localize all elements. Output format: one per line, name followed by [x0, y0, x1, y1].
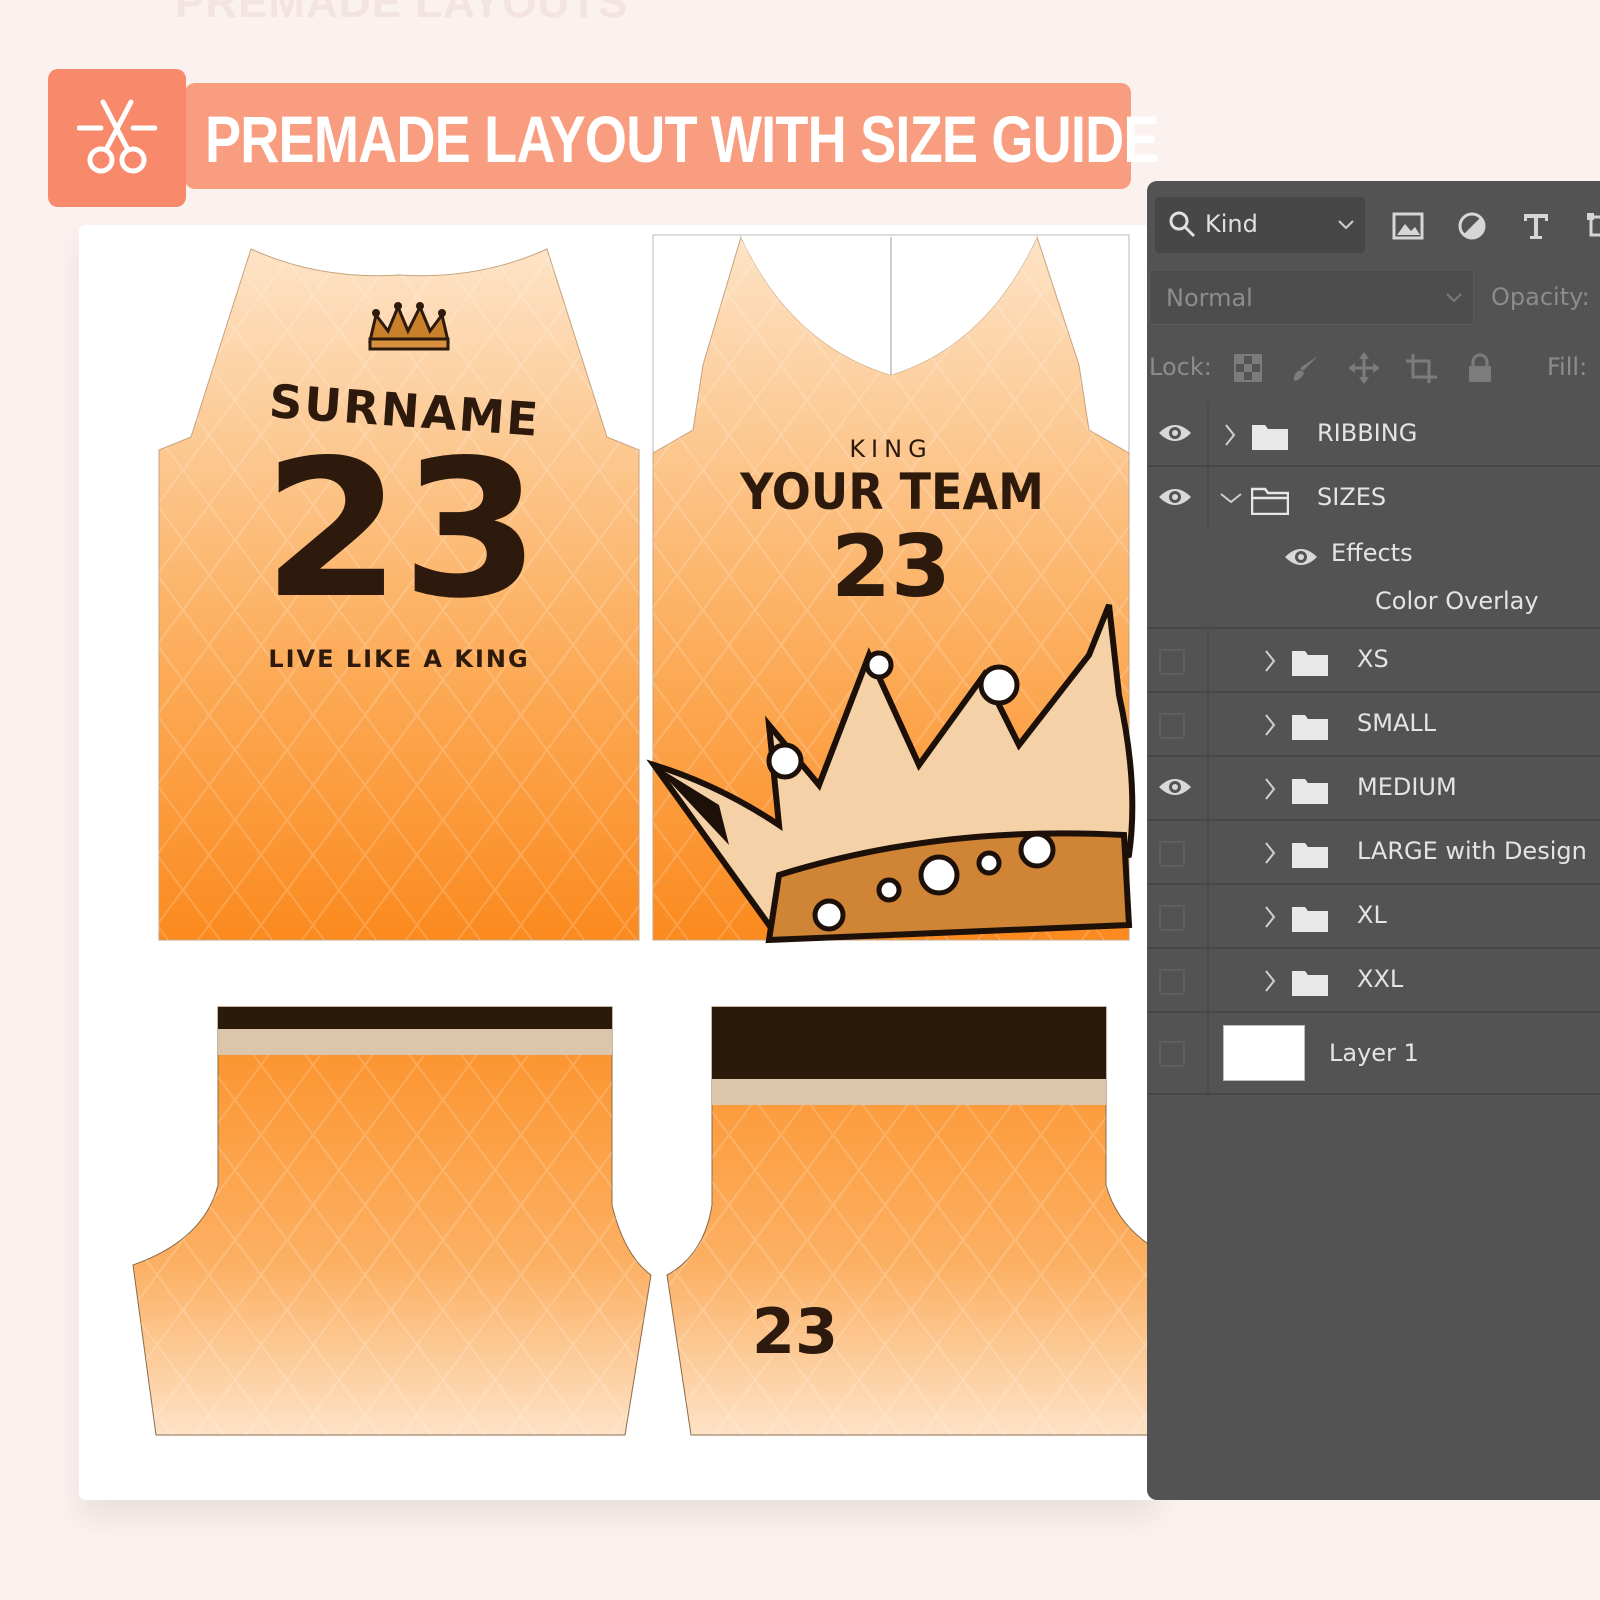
lock-image-icon[interactable] — [1287, 349, 1325, 387]
folder-open-icon — [1251, 487, 1289, 515]
visibility-toggle[interactable] — [1147, 693, 1209, 755]
jersey-front-king: KING — [849, 435, 933, 463]
banner: PREMADE LAYOUT WITH SIZE GUIDE — [185, 83, 1159, 189]
hidden-visibility-box — [1159, 969, 1185, 995]
layer-row-xl[interactable]: XL — [1147, 885, 1600, 949]
layer-row-large[interactable]: LARGE with Design — [1147, 821, 1600, 885]
visibility-toggle[interactable] — [1147, 757, 1209, 819]
layer-row-layer-1[interactable]: Layer 1 — [1147, 1013, 1600, 1095]
chevron-right-icon[interactable] — [1263, 649, 1277, 673]
opacity-label: Opacity: — [1491, 283, 1590, 311]
layer-effects-row[interactable]: Effects — [1147, 531, 1600, 579]
blend-mode-value: Normal — [1166, 284, 1253, 312]
hidden-visibility-box — [1159, 649, 1185, 675]
layer-name: XS — [1357, 645, 1389, 673]
chevron-right-icon[interactable] — [1223, 423, 1237, 447]
layers-list: RIBBING SIZES Effects Color Overlay XS S… — [1147, 403, 1600, 1095]
jersey-slogan: LIVE LIKE A KING — [268, 645, 530, 673]
lock-all-icon[interactable] — [1461, 349, 1499, 387]
layers-panel: Kind Normal Opacity: Lock: Fill: RIBBING… — [1147, 181, 1600, 1500]
visibility-toggle[interactable] — [1147, 1013, 1209, 1093]
folder-icon — [1292, 907, 1328, 932]
visibility-toggle[interactable] — [1147, 885, 1209, 947]
design-canvas: SURNAME 23 LIVE LIKE A KING KING YOUR TE… — [79, 225, 1159, 1500]
layer-thumbnail — [1223, 1025, 1305, 1081]
folder-icon — [1292, 779, 1328, 804]
lock-transparent-icon[interactable] — [1229, 349, 1267, 387]
layer-row-medium[interactable]: MEDIUM — [1147, 757, 1600, 821]
hidden-visibility-box — [1159, 905, 1185, 931]
layer-name: Layer 1 — [1329, 1039, 1419, 1067]
banner-icon-box — [48, 69, 186, 207]
blend-mode-dropdown[interactable]: Normal — [1149, 269, 1474, 325]
jersey-layout — [132, 234, 1159, 1436]
folder-icon — [1292, 651, 1328, 676]
visibility-toggle[interactable] — [1147, 467, 1209, 529]
ghost-heading: PREMADE LAYOUTS — [175, 0, 629, 27]
layer-row-xs[interactable]: XS — [1147, 629, 1600, 693]
layer-name: SMALL — [1357, 709, 1437, 737]
shorts-left — [132, 1006, 652, 1436]
scissors-icon — [77, 99, 157, 174]
eye-icon[interactable] — [1283, 545, 1319, 569]
chevron-right-icon[interactable] — [1263, 713, 1277, 737]
folder-icon — [1292, 715, 1328, 740]
visibility-toggle[interactable] — [1147, 949, 1209, 1011]
visibility-toggle[interactable] — [1147, 821, 1209, 883]
lock-artboard-icon[interactable] — [1403, 349, 1441, 387]
eye-icon — [1159, 425, 1191, 441]
folder-icon — [1292, 971, 1328, 996]
eye-icon — [1159, 489, 1191, 505]
shorts-number: 23 — [751, 1295, 839, 1368]
jersey-front-number: 23 — [831, 517, 951, 617]
kind-filter-label: Kind — [1205, 210, 1258, 238]
layer-name: SIZES — [1317, 483, 1387, 511]
chevron-down-icon — [1446, 293, 1462, 303]
type-filter-icon[interactable] — [1517, 207, 1555, 245]
visibility-toggle[interactable] — [1147, 629, 1209, 691]
fill-label: Fill: — [1547, 353, 1588, 381]
layer-name: LARGE with Design — [1357, 837, 1587, 865]
layer-name: XXL — [1357, 965, 1404, 993]
layer-row-ribbing[interactable]: RIBBING — [1147, 403, 1600, 467]
banner-title: PREMADE LAYOUT WITH SIZE GUIDE — [205, 102, 1159, 176]
shorts-right — [666, 1006, 1159, 1436]
chevron-right-icon[interactable] — [1263, 969, 1277, 993]
blend-row: Normal Opacity: — [1147, 269, 1600, 327]
chevron-right-icon[interactable] — [1263, 905, 1277, 929]
jersey-back-number: 23 — [262, 419, 541, 640]
layer-row-small[interactable]: SMALL — [1147, 693, 1600, 757]
chevron-right-icon[interactable] — [1263, 841, 1277, 865]
adjustment-filter-icon[interactable] — [1453, 207, 1491, 245]
kind-filter-dropdown[interactable]: Kind — [1155, 197, 1365, 253]
lock-position-icon[interactable] — [1345, 349, 1383, 387]
shape-filter-icon[interactable] — [1581, 207, 1600, 245]
layer-row-sizes[interactable]: SIZES — [1147, 467, 1600, 531]
jersey-team-name: YOUR TEAM — [740, 463, 1044, 521]
color-overlay-row[interactable]: Color Overlay — [1147, 579, 1600, 629]
chevron-right-icon[interactable] — [1263, 777, 1277, 801]
chevron-down-icon[interactable] — [1219, 491, 1243, 505]
lock-row: Lock: Fill: — [1147, 339, 1600, 395]
chevron-down-icon — [1338, 220, 1354, 230]
lock-label: Lock: — [1149, 353, 1212, 381]
color-overlay-label: Color Overlay — [1375, 587, 1539, 615]
folder-icon — [1252, 425, 1288, 450]
image-filter-icon[interactable] — [1389, 207, 1427, 245]
hidden-visibility-box — [1159, 1041, 1185, 1067]
layer-name: RIBBING — [1317, 419, 1418, 447]
layer-name: MEDIUM — [1357, 773, 1457, 801]
hidden-visibility-box — [1159, 841, 1185, 867]
folder-icon — [1292, 843, 1328, 868]
layer-row-xxl[interactable]: XXL — [1147, 949, 1600, 1013]
eye-icon — [1159, 779, 1191, 795]
layer-filter-row: Kind — [1147, 197, 1600, 255]
effects-label: Effects — [1331, 539, 1413, 567]
hidden-visibility-box — [1159, 713, 1185, 739]
layer-name: XL — [1357, 901, 1387, 929]
visibility-toggle[interactable] — [1147, 403, 1209, 465]
search-icon — [1169, 211, 1196, 238]
